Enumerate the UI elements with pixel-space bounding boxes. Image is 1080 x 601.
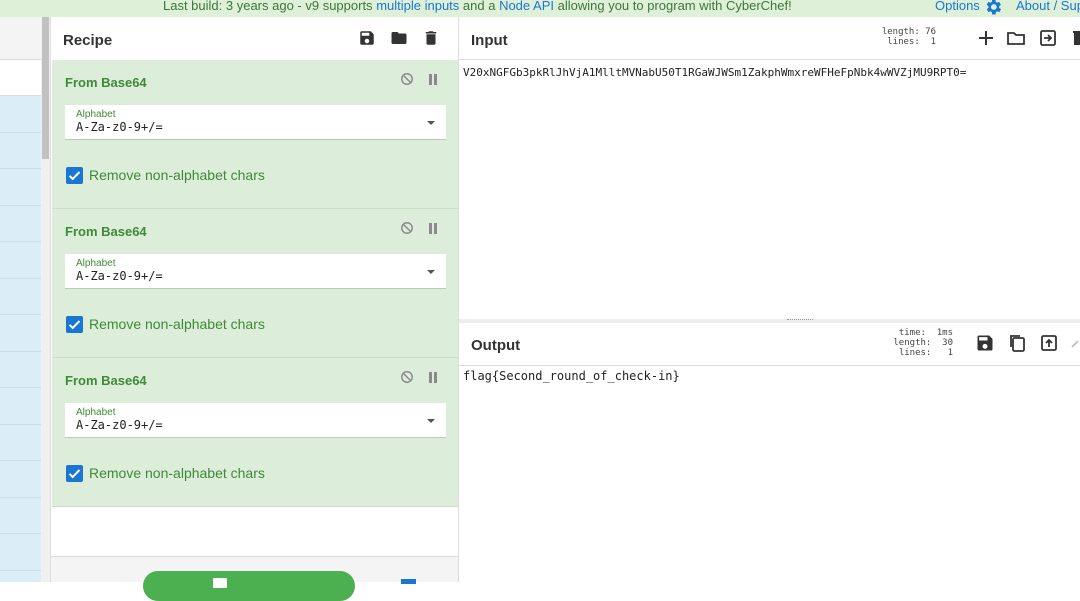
operation-list-item[interactable]	[0, 352, 41, 388]
output-lines: lines: 1	[898, 348, 953, 358]
options-link[interactable]: Options	[935, 0, 980, 13]
operation-list-item[interactable]	[0, 206, 41, 242]
operation-list-item[interactable]	[0, 242, 41, 279]
about-support-link[interactable]: About / Sup	[1016, 0, 1080, 13]
operation-list-item[interactable]	[0, 315, 41, 352]
operation-list-item[interactable]	[0, 96, 41, 133]
operation-list-item[interactable]	[0, 534, 41, 571]
recipe-footer	[51, 556, 458, 601]
alphabet-label: Alphabet	[76, 109, 116, 120]
output-pane: Output time: 1ms length: 30 lines: 1 flag{…	[459, 323, 1080, 582]
recipe-operation[interactable]: From Base64 Alphabet A-Za-z0-9+/= Remove…	[52, 358, 458, 507]
chevron-down-icon[interactable]	[427, 270, 435, 274]
operations-scrollbar[interactable]	[41, 17, 50, 582]
open-folder-icon[interactable]	[1006, 28, 1026, 48]
banner-text-post: allowing you to program with CyberChef!	[554, 0, 792, 13]
clear-recipe-trash-icon[interactable]	[422, 29, 440, 47]
remove-non-alphabet-checkbox[interactable]	[66, 465, 83, 482]
operation-list-item[interactable]	[0, 425, 41, 461]
remove-non-alphabet-checkbox[interactable]	[66, 167, 83, 184]
input-pane: Input length: 76 lines: 1 V20xNGFGb3pkRl…	[459, 17, 1080, 319]
load-recipe-folder-icon[interactable]	[390, 29, 408, 47]
alphabet-value: A-Za-z0-9+/=	[76, 418, 163, 432]
open-file-icon[interactable]	[1038, 28, 1058, 48]
clear-input-trash-icon[interactable]	[1070, 28, 1080, 48]
checkbox-label[interactable]: Remove non-alphabet chars	[89, 316, 265, 332]
operations-list	[0, 96, 41, 582]
chef-hat-icon	[213, 578, 227, 588]
disable-operation-icon[interactable]	[400, 370, 414, 384]
output-title: Output	[471, 337, 521, 354]
banner-text-pre: Last build: 3 years ago - v9 supports	[163, 0, 377, 13]
scrollbar-thumb[interactable]	[42, 17, 49, 159]
pause-breakpoint-icon[interactable]	[428, 372, 438, 383]
input-text[interactable]: V20xNGFGb3pkRlJhVjA1MlltMVNabU50T1RGaWJW…	[463, 66, 966, 79]
input-title: Input	[471, 32, 508, 49]
bake-button[interactable]	[143, 571, 355, 601]
alphabet-value: A-Za-z0-9+/=	[76, 120, 163, 134]
operation-name: From Base64	[65, 373, 147, 388]
gear-icon[interactable]	[983, 0, 1003, 17]
operations-search[interactable]	[0, 60, 41, 96]
operation-list-item[interactable]	[0, 388, 41, 425]
input-header: Input length: 76 lines: 1	[459, 17, 1080, 60]
alphabet-label: Alphabet	[76, 258, 116, 269]
output-text[interactable]: flag{Second_round_of_check-in}	[463, 369, 680, 383]
save-recipe-icon[interactable]	[358, 29, 376, 47]
banner-message: Last build: 3 years ago - v9 supports mu…	[163, 0, 792, 13]
input-length: length: 76	[881, 27, 936, 37]
disable-operation-icon[interactable]	[400, 221, 414, 235]
resize-grip[interactable]	[787, 319, 813, 321]
operations-panel	[0, 17, 41, 582]
output-length: length: 30	[893, 338, 953, 348]
operation-list-item[interactable]	[0, 279, 41, 315]
replace-input-icon[interactable]	[1039, 333, 1059, 353]
input-lines: lines: 1	[881, 37, 936, 47]
operation-list-item[interactable]	[0, 169, 41, 206]
recipe-title: Recipe	[63, 32, 113, 49]
operation-name: From Base64	[65, 224, 147, 239]
checkbox-label[interactable]: Remove non-alphabet chars	[89, 465, 265, 481]
input-stats: length: 76 lines: 1	[876, 27, 936, 47]
operations-header	[0, 17, 41, 60]
multiple-inputs-link[interactable]: multiple inputs	[376, 0, 459, 13]
add-input-tab-icon[interactable]	[976, 28, 996, 48]
top-banner: Last build: 3 years ago - v9 supports mu…	[0, 0, 1080, 17]
banner-text-mid: and a	[459, 0, 500, 13]
undo-icon[interactable]	[1070, 335, 1080, 355]
node-api-link[interactable]: Node API	[499, 0, 554, 13]
copy-output-icon[interactable]	[1007, 333, 1027, 353]
chevron-down-icon[interactable]	[427, 121, 435, 125]
save-output-icon[interactable]	[975, 333, 995, 353]
disable-operation-icon[interactable]	[400, 72, 414, 86]
pause-breakpoint-icon[interactable]	[428, 223, 438, 234]
alphabet-select[interactable]: Alphabet A-Za-z0-9+/=	[65, 403, 446, 438]
output-header: Output time: 1ms length: 30 lines: 1	[459, 323, 1080, 366]
recipe-panel: Recipe From Base64 Alphabet A-Za-z0-9+/=…	[50, 17, 459, 601]
recipe-operation[interactable]: From Base64 Alphabet A-Za-z0-9+/= Remove…	[52, 60, 458, 209]
operation-list-item[interactable]	[0, 498, 41, 534]
alphabet-label: Alphabet	[76, 407, 116, 418]
alphabet-select[interactable]: Alphabet A-Za-z0-9+/=	[65, 105, 446, 140]
alphabet-value: A-Za-z0-9+/=	[76, 269, 163, 283]
checkbox-label[interactable]: Remove non-alphabet chars	[89, 167, 265, 183]
output-time: time: 1ms	[898, 328, 953, 338]
operation-list-item[interactable]	[0, 133, 41, 169]
pause-breakpoint-icon[interactable]	[428, 74, 438, 85]
chevron-down-icon[interactable]	[427, 419, 435, 423]
operation-list-item[interactable]	[0, 461, 41, 498]
operation-name: From Base64	[65, 75, 147, 90]
remove-non-alphabet-checkbox[interactable]	[66, 316, 83, 333]
recipe-operation[interactable]: From Base64 Alphabet A-Za-z0-9+/= Remove…	[52, 209, 458, 358]
output-stats: time: 1ms length: 30 lines: 1	[863, 328, 953, 358]
alphabet-select[interactable]: Alphabet A-Za-z0-9+/=	[65, 254, 446, 289]
